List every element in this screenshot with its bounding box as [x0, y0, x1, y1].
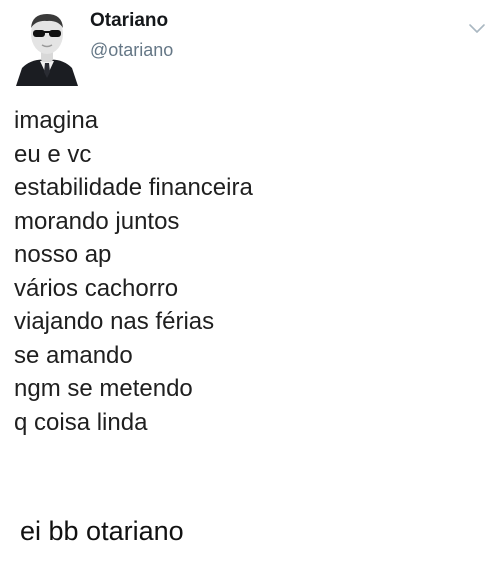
tweet-line: morando juntos: [14, 207, 180, 235]
tweet-line: nosso ap: [14, 241, 112, 268]
tweet-line: viajando nas férias: [14, 308, 215, 335]
avatar-image: [16, 14, 78, 86]
tweet-header: Otariano @otariano: [14, 6, 486, 86]
meme-caption: ei bb otariano: [20, 516, 184, 546]
tweet-line: ngm se metendo: [14, 375, 193, 402]
tweet-line: se amando: [14, 341, 133, 369]
avatar[interactable]: [14, 6, 80, 86]
chevron-down-icon[interactable]: [468, 22, 486, 34]
tweet-text: imagina eu e vc estabilidade financeira …: [14, 104, 484, 439]
tweet-line: q coisa linda: [14, 408, 148, 436]
tweet-line: eu e vc: [14, 140, 92, 168]
tweet-line: estabilidade financeira: [14, 174, 253, 201]
author-name[interactable]: Otariano: [90, 10, 168, 32]
tweet-card: Otariano @otariano imagina eu e vc estab…: [0, 0, 500, 500]
tweet-line: vários cachorro: [14, 274, 179, 302]
tweet-line: imagina: [14, 107, 99, 134]
author-handle[interactable]: @otariano: [90, 40, 173, 61]
